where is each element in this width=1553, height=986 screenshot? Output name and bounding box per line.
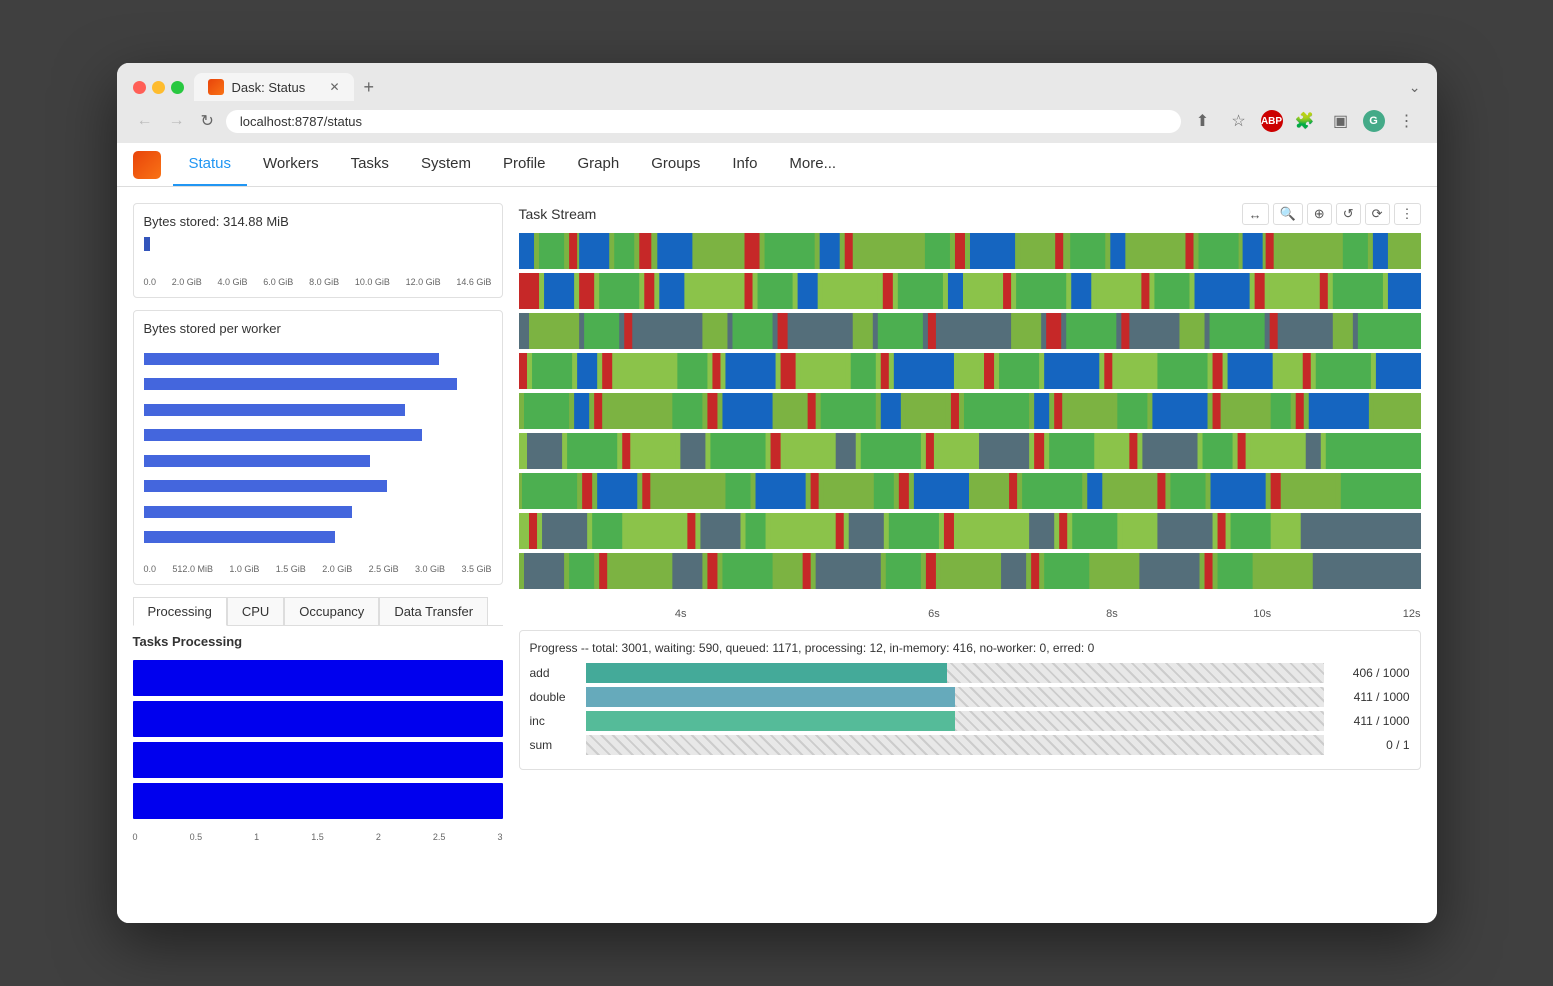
bytes-per-worker-title: Bytes stored per worker bbox=[144, 321, 492, 336]
time-12s: 12s bbox=[1326, 608, 1421, 620]
refresh-button[interactable]: ↻ bbox=[197, 109, 218, 133]
left-panel: Bytes stored: 314.88 MiB 0.02.0 GiB4.0 G… bbox=[133, 203, 503, 907]
browser-actions: ⬆ ☆ ABP 🧩 ▣ G ⋮ bbox=[1189, 107, 1421, 135]
task-stream-header: Task Stream ↔ 🔍 ⊕ ↺ ⟳ ⋮ bbox=[519, 203, 1421, 225]
progress-value-sum: 0 / 1 bbox=[1330, 738, 1410, 752]
progress-label-inc: inc bbox=[530, 714, 580, 728]
progress-bar-inc bbox=[586, 711, 1324, 731]
progress-label-sum: sum bbox=[530, 738, 580, 752]
active-tab[interactable]: Dask: Status ✕ bbox=[194, 73, 354, 101]
progress-label-add: add bbox=[530, 666, 580, 680]
nav-system[interactable]: System bbox=[405, 143, 487, 186]
right-panel: Task Stream ↔ 🔍 ⊕ ↺ ⟳ ⋮ bbox=[519, 203, 1421, 907]
time-6s: 6s bbox=[843, 608, 1025, 620]
bookmark-button[interactable]: ☆ bbox=[1225, 107, 1253, 135]
progress-title: Progress -- total: 3001, waiting: 590, q… bbox=[530, 641, 1410, 655]
tab-favicon bbox=[208, 79, 224, 95]
new-tab-button[interactable]: + bbox=[358, 75, 381, 100]
address-input[interactable] bbox=[226, 110, 1181, 133]
ctrl-zoom-in[interactable]: ⊕ bbox=[1307, 203, 1332, 225]
task-stream-svg bbox=[519, 231, 1421, 601]
nav-profile[interactable]: Profile bbox=[487, 143, 562, 186]
browser-window: Dask: Status ✕ + ⌄ ← → ↻ ⬆ ☆ ABP 🧩 ▣ G ⋮… bbox=[117, 63, 1437, 923]
address-bar: ← → ↻ ⬆ ☆ ABP 🧩 ▣ G ⋮ bbox=[117, 101, 1437, 143]
nav-info[interactable]: Info bbox=[716, 143, 773, 186]
time-4s: 4s bbox=[519, 608, 843, 620]
nav-more[interactable]: More... bbox=[773, 143, 852, 186]
app-nav: Status Workers Tasks System Profile Grap… bbox=[117, 143, 1437, 187]
progress-value-inc: 411 / 1000 bbox=[1330, 714, 1410, 728]
nav-workers[interactable]: Workers bbox=[247, 143, 335, 186]
task-stream-title: Task Stream bbox=[519, 206, 597, 222]
ctrl-pan[interactable]: ↔ bbox=[1242, 203, 1269, 225]
chart-tabs: Processing CPU Occupancy Data Transfer T… bbox=[133, 597, 503, 842]
tab-buttons: Processing CPU Occupancy Data Transfer bbox=[133, 597, 503, 626]
tab-close-btn[interactable]: ✕ bbox=[329, 80, 339, 94]
nav-status[interactable]: Status bbox=[173, 143, 248, 186]
nav-groups[interactable]: Groups bbox=[635, 143, 716, 186]
close-button[interactable] bbox=[133, 81, 146, 94]
app-logo bbox=[133, 151, 161, 179]
progress-bar-sum bbox=[586, 735, 1324, 755]
task-stream-section: Task Stream ↔ 🔍 ⊕ ↺ ⟳ ⋮ bbox=[519, 203, 1421, 620]
abp-badge[interactable]: ABP bbox=[1261, 110, 1283, 132]
tasks-processing-section: Tasks Processing 00.511.522.53 bbox=[133, 626, 503, 842]
ctrl-zoom-out[interactable]: 🔍 bbox=[1273, 203, 1303, 225]
progress-bar-double bbox=[586, 687, 1324, 707]
profile-avatar[interactable]: G bbox=[1363, 110, 1385, 132]
progress-value-double: 411 / 1000 bbox=[1330, 690, 1410, 704]
tab-title: Dask: Status bbox=[232, 80, 306, 95]
progress-value-add: 406 / 1000 bbox=[1330, 666, 1410, 680]
forward-button[interactable]: → bbox=[165, 110, 189, 132]
task-stream-visual: 4s 6s 8s 10s 12s bbox=[519, 231, 1421, 620]
title-bar: Dask: Status ✕ + ⌄ bbox=[117, 63, 1437, 101]
back-button[interactable]: ← bbox=[133, 110, 157, 132]
time-8s: 8s bbox=[1025, 608, 1199, 620]
bytes-stored-title: Bytes stored: 314.88 MiB bbox=[144, 214, 492, 229]
progress-row-sum: sum 0 / 1 bbox=[530, 735, 1410, 755]
main-content: Bytes stored: 314.88 MiB 0.02.0 GiB4.0 G… bbox=[117, 187, 1437, 923]
menu-button[interactable]: ⋮ bbox=[1393, 107, 1421, 135]
ctrl-refresh[interactable]: ⟳ bbox=[1365, 203, 1390, 225]
task-stream-controls: ↔ 🔍 ⊕ ↺ ⟳ ⋮ bbox=[1242, 203, 1421, 225]
tasks-processing-title: Tasks Processing bbox=[133, 634, 503, 649]
maximize-button[interactable] bbox=[171, 81, 184, 94]
bytes-stored-section: Bytes stored: 314.88 MiB 0.02.0 GiB4.0 G… bbox=[133, 203, 503, 298]
tab-cpu[interactable]: CPU bbox=[227, 597, 284, 625]
extension-button[interactable]: 🧩 bbox=[1291, 107, 1319, 135]
progress-row-inc: inc 411 / 1000 bbox=[530, 711, 1410, 731]
progress-label-double: double bbox=[530, 690, 580, 704]
ctrl-menu[interactable]: ⋮ bbox=[1394, 203, 1421, 225]
progress-row-add: add 406 / 1000 bbox=[530, 663, 1410, 683]
progress-section: Progress -- total: 3001, waiting: 590, q… bbox=[519, 630, 1421, 770]
tab-menu-button[interactable]: ⌄ bbox=[1409, 79, 1421, 96]
tab-data-transfer[interactable]: Data Transfer bbox=[379, 597, 488, 625]
minimize-button[interactable] bbox=[152, 81, 165, 94]
bytes-per-worker-section: Bytes stored per worker 0.0512.0 MiB1.0 … bbox=[133, 310, 503, 585]
tab-occupancy[interactable]: Occupancy bbox=[284, 597, 379, 625]
progress-row-double: double 411 / 1000 bbox=[530, 687, 1410, 707]
progress-bar-add bbox=[586, 663, 1324, 683]
ctrl-reset[interactable]: ↺ bbox=[1336, 203, 1361, 225]
time-10s: 10s bbox=[1199, 608, 1326, 620]
nav-tasks[interactable]: Tasks bbox=[335, 143, 405, 186]
tab-bar: Dask: Status ✕ + ⌄ bbox=[194, 73, 1421, 101]
tab-processing[interactable]: Processing bbox=[133, 597, 227, 626]
window-controls bbox=[133, 81, 184, 94]
sidebar-button[interactable]: ▣ bbox=[1327, 107, 1355, 135]
nav-graph[interactable]: Graph bbox=[561, 143, 635, 186]
share-button[interactable]: ⬆ bbox=[1189, 107, 1217, 135]
